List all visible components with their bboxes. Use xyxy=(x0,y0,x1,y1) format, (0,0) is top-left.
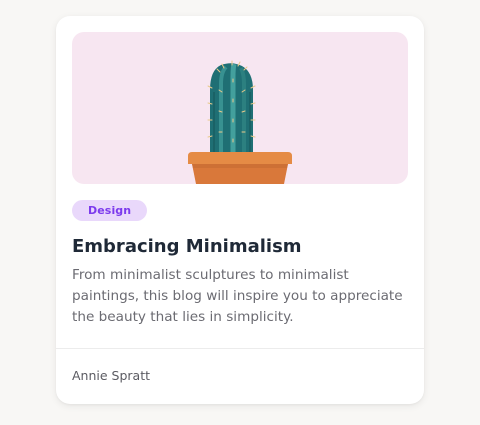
card-divider xyxy=(56,348,424,349)
card-description: From minimalist sculptures to minimalist… xyxy=(72,267,403,325)
blog-card[interactable]: Design Embracing Minimalism From minimal… xyxy=(56,16,424,404)
category-badge[interactable]: Design xyxy=(72,200,148,221)
cactus-image xyxy=(72,32,408,184)
category-badge-label: Design xyxy=(88,204,132,217)
card-title[interactable]: Embracing Minimalism xyxy=(72,236,302,257)
card-image xyxy=(72,32,408,184)
author-name[interactable]: Annie Spratt xyxy=(72,368,150,383)
